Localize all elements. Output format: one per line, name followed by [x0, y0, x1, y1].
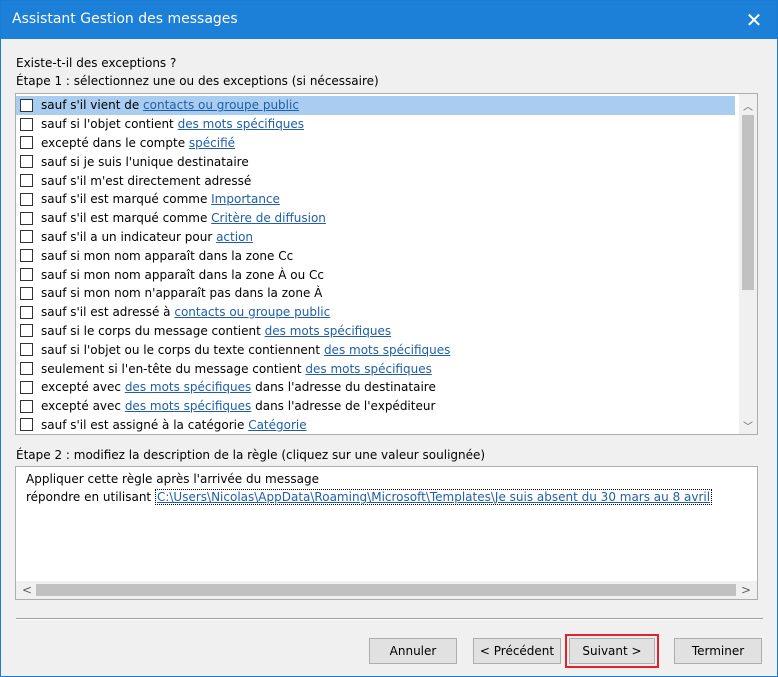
exception-row[interactable]: sauf si je suis l'unique destinataire	[16, 152, 735, 171]
exception-row[interactable]: sauf si le corps du message contient des…	[16, 322, 735, 341]
close-icon[interactable]: ✕	[731, 1, 777, 39]
exception-text: sauf si mon nom apparaît dans la zone À …	[41, 267, 324, 282]
exception-text-after: dans l'adresse du destinataire	[251, 380, 436, 395]
exception-checkbox[interactable]	[20, 324, 33, 338]
exception-row[interactable]: excepté avec des mots spécifiques dans l…	[16, 378, 735, 397]
title-bar: Assistant Gestion des messages ✕	[1, 1, 777, 39]
exception-row[interactable]: sauf si l'objet ou le corps du texte con…	[16, 340, 735, 359]
exception-value-link[interactable]: des mots spécifiques	[324, 343, 450, 357]
description-line-2-prefix: répondre en utilisant	[26, 490, 155, 504]
exception-row[interactable]: sauf s'il vient de contacts ou groupe pu…	[16, 96, 735, 115]
exception-value-link[interactable]: des mots spécifiques	[265, 324, 391, 338]
exception-row[interactable]: sauf s'il est adressé à contacts ou grou…	[16, 303, 735, 322]
exception-text: excepté avec	[41, 399, 125, 414]
exception-text: sauf si mon nom n'apparaît pas dans la z…	[41, 286, 323, 301]
exception-text: seulement si l'en-tête du message contie…	[41, 361, 306, 376]
exception-checkbox[interactable]	[20, 98, 33, 112]
exception-row[interactable]: sauf s'il est assigné à la catégorie Cat…	[16, 416, 735, 434]
exception-text: excepté dans le compte	[41, 135, 189, 150]
exception-row[interactable]: excepté avec des mots spécifiques dans l…	[16, 397, 735, 416]
exception-text: sauf s'il est assigné à la catégorie	[41, 417, 249, 432]
exception-value-link[interactable]: Importance	[211, 192, 280, 206]
next-button[interactable]: Suivant >	[565, 634, 659, 668]
description-line-1: Appliquer cette règle après l'arrivée du…	[26, 472, 319, 486]
previous-button[interactable]: < Précédent	[473, 638, 561, 664]
scroll-left-icon[interactable]: <	[18, 581, 36, 599]
window-title: Assistant Gestion des messages	[12, 11, 238, 27]
exception-value-link[interactable]: contacts ou groupe public	[143, 98, 299, 112]
exceptions-list[interactable]: sauf s'il est assigné à la catégorie Cat…	[15, 93, 758, 435]
exception-value-link[interactable]: des mots spécifiques	[178, 117, 304, 131]
exceptions-question: Existe-t-il des exceptions ?	[16, 56, 177, 70]
exception-text: sauf s'il est marqué comme	[41, 211, 212, 226]
scroll-thumb[interactable]	[742, 115, 754, 290]
exception-row[interactable]: sauf si l'objet contient des mots spécif…	[16, 115, 735, 134]
exception-text: sauf s'il vient de	[41, 98, 144, 113]
exception-checkbox[interactable]	[20, 211, 33, 225]
footer-divider	[16, 618, 763, 620]
exception-text: sauf si le corps du message contient	[41, 323, 265, 338]
exception-checkbox[interactable]	[20, 343, 33, 357]
exception-checkbox[interactable]	[20, 286, 33, 300]
exception-row[interactable]: sauf si mon nom apparaît dans la zone À …	[16, 265, 735, 284]
exception-text: sauf s'il a un indicateur pour	[41, 229, 217, 244]
finish-button[interactable]: Terminer	[674, 638, 762, 664]
exception-text: sauf si mon nom apparaît dans la zone Cc	[41, 248, 294, 263]
exception-text: sauf s'il m'est directement adressé	[41, 173, 252, 188]
exception-text: sauf si l'objet contient	[41, 117, 178, 132]
exception-checkbox[interactable]	[20, 117, 33, 131]
scroll-up-icon[interactable]: ︿	[739, 96, 757, 114]
scroll-down-icon[interactable]: ﹀	[739, 416, 757, 434]
exception-value-link[interactable]: des mots spécifiques	[305, 362, 431, 376]
exception-value-link[interactable]: contacts ou groupe public	[174, 305, 330, 319]
rules-wizard-dialog: Assistant Gestion des messages ✕ Existe-…	[0, 0, 778, 677]
rule-description-box[interactable]: Appliquer cette règle après l'arrivée du…	[15, 466, 758, 600]
exception-row[interactable]: sauf s'il a un indicateur pour action	[16, 228, 735, 247]
exception-checkbox[interactable]	[20, 230, 33, 244]
exception-checkbox[interactable]	[20, 174, 33, 188]
exception-checkbox[interactable]	[20, 155, 33, 169]
exception-text: sauf si l'objet ou le corps du texte con…	[41, 342, 324, 357]
exception-value-link[interactable]: Critère de diffusion	[211, 211, 326, 225]
step2-label: Étape 2 : modifiez la description de la …	[16, 448, 486, 462]
exception-row[interactable]: sauf s'il est marqué comme Critère de di…	[16, 209, 735, 228]
exception-checkbox[interactable]	[20, 399, 33, 413]
horizontal-scroll-thumb[interactable]	[36, 584, 736, 596]
exception-checkbox[interactable]	[20, 362, 33, 376]
exception-checkbox[interactable]	[20, 192, 33, 206]
exception-row[interactable]: seulement si l'en-tête du message contie…	[16, 359, 735, 378]
description-line-2: répondre en utilisant C:\Users\Nicolas\A…	[26, 489, 713, 505]
exception-text: excepté avec	[41, 380, 125, 395]
template-path-link[interactable]: C:\Users\Nicolas\AppData\Roaming\Microso…	[154, 489, 713, 505]
exception-checkbox[interactable]	[20, 136, 33, 150]
step1-label: Étape 1 : sélectionnez une ou des except…	[16, 74, 379, 88]
exception-checkbox[interactable]	[20, 305, 33, 319]
exception-text: sauf si je suis l'unique destinataire	[41, 154, 249, 169]
exception-value-link[interactable]: action	[216, 230, 253, 244]
exception-row[interactable]: sauf s'il est marqué comme Importance	[16, 190, 735, 209]
exception-text-after: dans l'adresse de l'expéditeur	[251, 399, 436, 414]
description-horizontal-scrollbar[interactable]: < >	[16, 581, 757, 599]
exception-text: sauf s'il est marqué comme	[41, 192, 212, 207]
exception-value-link[interactable]: des mots spécifiques	[125, 380, 251, 394]
exception-checkbox[interactable]	[20, 268, 33, 282]
exception-value-link[interactable]: spécifié	[189, 136, 235, 150]
cancel-button[interactable]: Annuler	[369, 638, 457, 664]
exception-text: sauf s'il est adressé à	[41, 305, 175, 320]
exceptions-vertical-scrollbar[interactable]: ︿ ﹀	[739, 94, 757, 434]
exception-value-link[interactable]: Catégorie	[248, 418, 306, 432]
exception-row[interactable]: sauf si mon nom apparaît dans la zone Cc	[16, 246, 735, 265]
exception-value-link[interactable]: des mots spécifiques	[125, 399, 251, 413]
scroll-right-icon[interactable]: >	[737, 581, 755, 599]
exception-checkbox[interactable]	[20, 380, 33, 394]
exception-row[interactable]: sauf si mon nom n'apparaît pas dans la z…	[16, 284, 735, 303]
exception-row[interactable]: excepté dans le compte spécifié	[16, 134, 735, 153]
exception-checkbox[interactable]	[20, 418, 33, 432]
exception-checkbox[interactable]	[20, 249, 33, 263]
exception-row[interactable]: sauf s'il m'est directement adressé	[16, 171, 735, 190]
